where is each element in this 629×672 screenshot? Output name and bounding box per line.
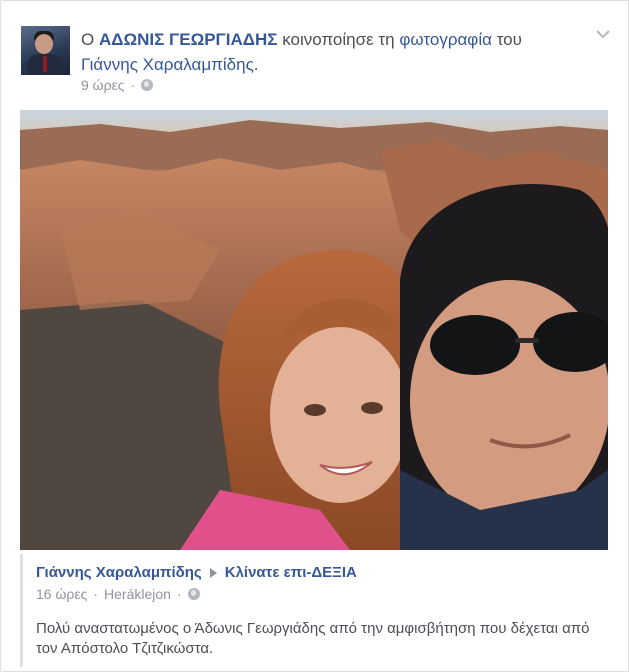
source-caption: Πολύ αναστατωμένος ο Άδωνις Γεωργιάδης α… <box>36 620 590 657</box>
meta-separator: · <box>130 77 136 93</box>
post-header: Ο ΑΔΩΝΙΣ ΓΕΩΡΓΙΑΔΗΣ κοινοποίησε τη φωτογ… <box>81 27 581 77</box>
source-timestamp[interactable]: 16 ώρες <box>36 586 87 602</box>
woman-eye-left <box>304 404 326 416</box>
sunglasses-bridge <box>515 338 539 343</box>
sunglasses-left-lens <box>430 315 520 375</box>
source-author-link[interactable]: Γιάννης Χαραλαμπίδης <box>36 564 202 581</box>
source-location[interactable]: Heráklejon <box>104 586 171 602</box>
woman-eye-right <box>361 402 383 414</box>
shared-source: Γιάννης Χαραλαμπίδης Κλίνατε επι-ΔΕΞΙΑ 1… <box>20 554 608 667</box>
photo-link[interactable]: φωτογραφία <box>399 30 492 49</box>
source-separator: · <box>93 586 99 602</box>
globe-icon[interactable] <box>141 79 154 91</box>
source-separator-2: · <box>176 586 182 602</box>
source-target-link[interactable]: Κλίνατε επι-ΔΕΞΙΑ <box>225 564 357 581</box>
post-timestamp[interactable]: 9 ώρες <box>81 77 125 93</box>
chevron-down-icon[interactable] <box>593 25 613 43</box>
header-prefix: Ο <box>81 30 95 49</box>
author-link[interactable]: ΑΔΩΝΙΣ ΓΕΩΡΓΙΑΔΗΣ <box>99 30 278 49</box>
shared-photo[interactable] <box>20 110 608 550</box>
source-meta: 16 ώρες · Heráklejon · <box>36 586 200 602</box>
avatar-tie <box>43 56 47 72</box>
triangle-right-icon <box>209 567 217 578</box>
post-meta: 9 ώρες · <box>81 77 154 93</box>
woman-face <box>270 327 410 503</box>
post-card: Ο ΑΔΩΝΙΣ ΓΕΩΡΓΙΑΔΗΣ κοινοποίησε τη φωτογ… <box>0 0 629 672</box>
source-header: Γιάννης Χαραλαμπίδης Κλίνατε επι-ΔΕΞΙΑ <box>36 564 357 581</box>
header-suffix: . <box>253 55 259 74</box>
globe-icon[interactable] <box>187 588 200 600</box>
header-action: κοινοποίησε τη <box>282 30 395 49</box>
header-connector: του <box>496 30 522 49</box>
author-avatar[interactable] <box>21 26 70 75</box>
avatar-head <box>35 34 53 54</box>
owner-link[interactable]: Γιάννης Χαραλαμπίδης <box>81 55 254 74</box>
